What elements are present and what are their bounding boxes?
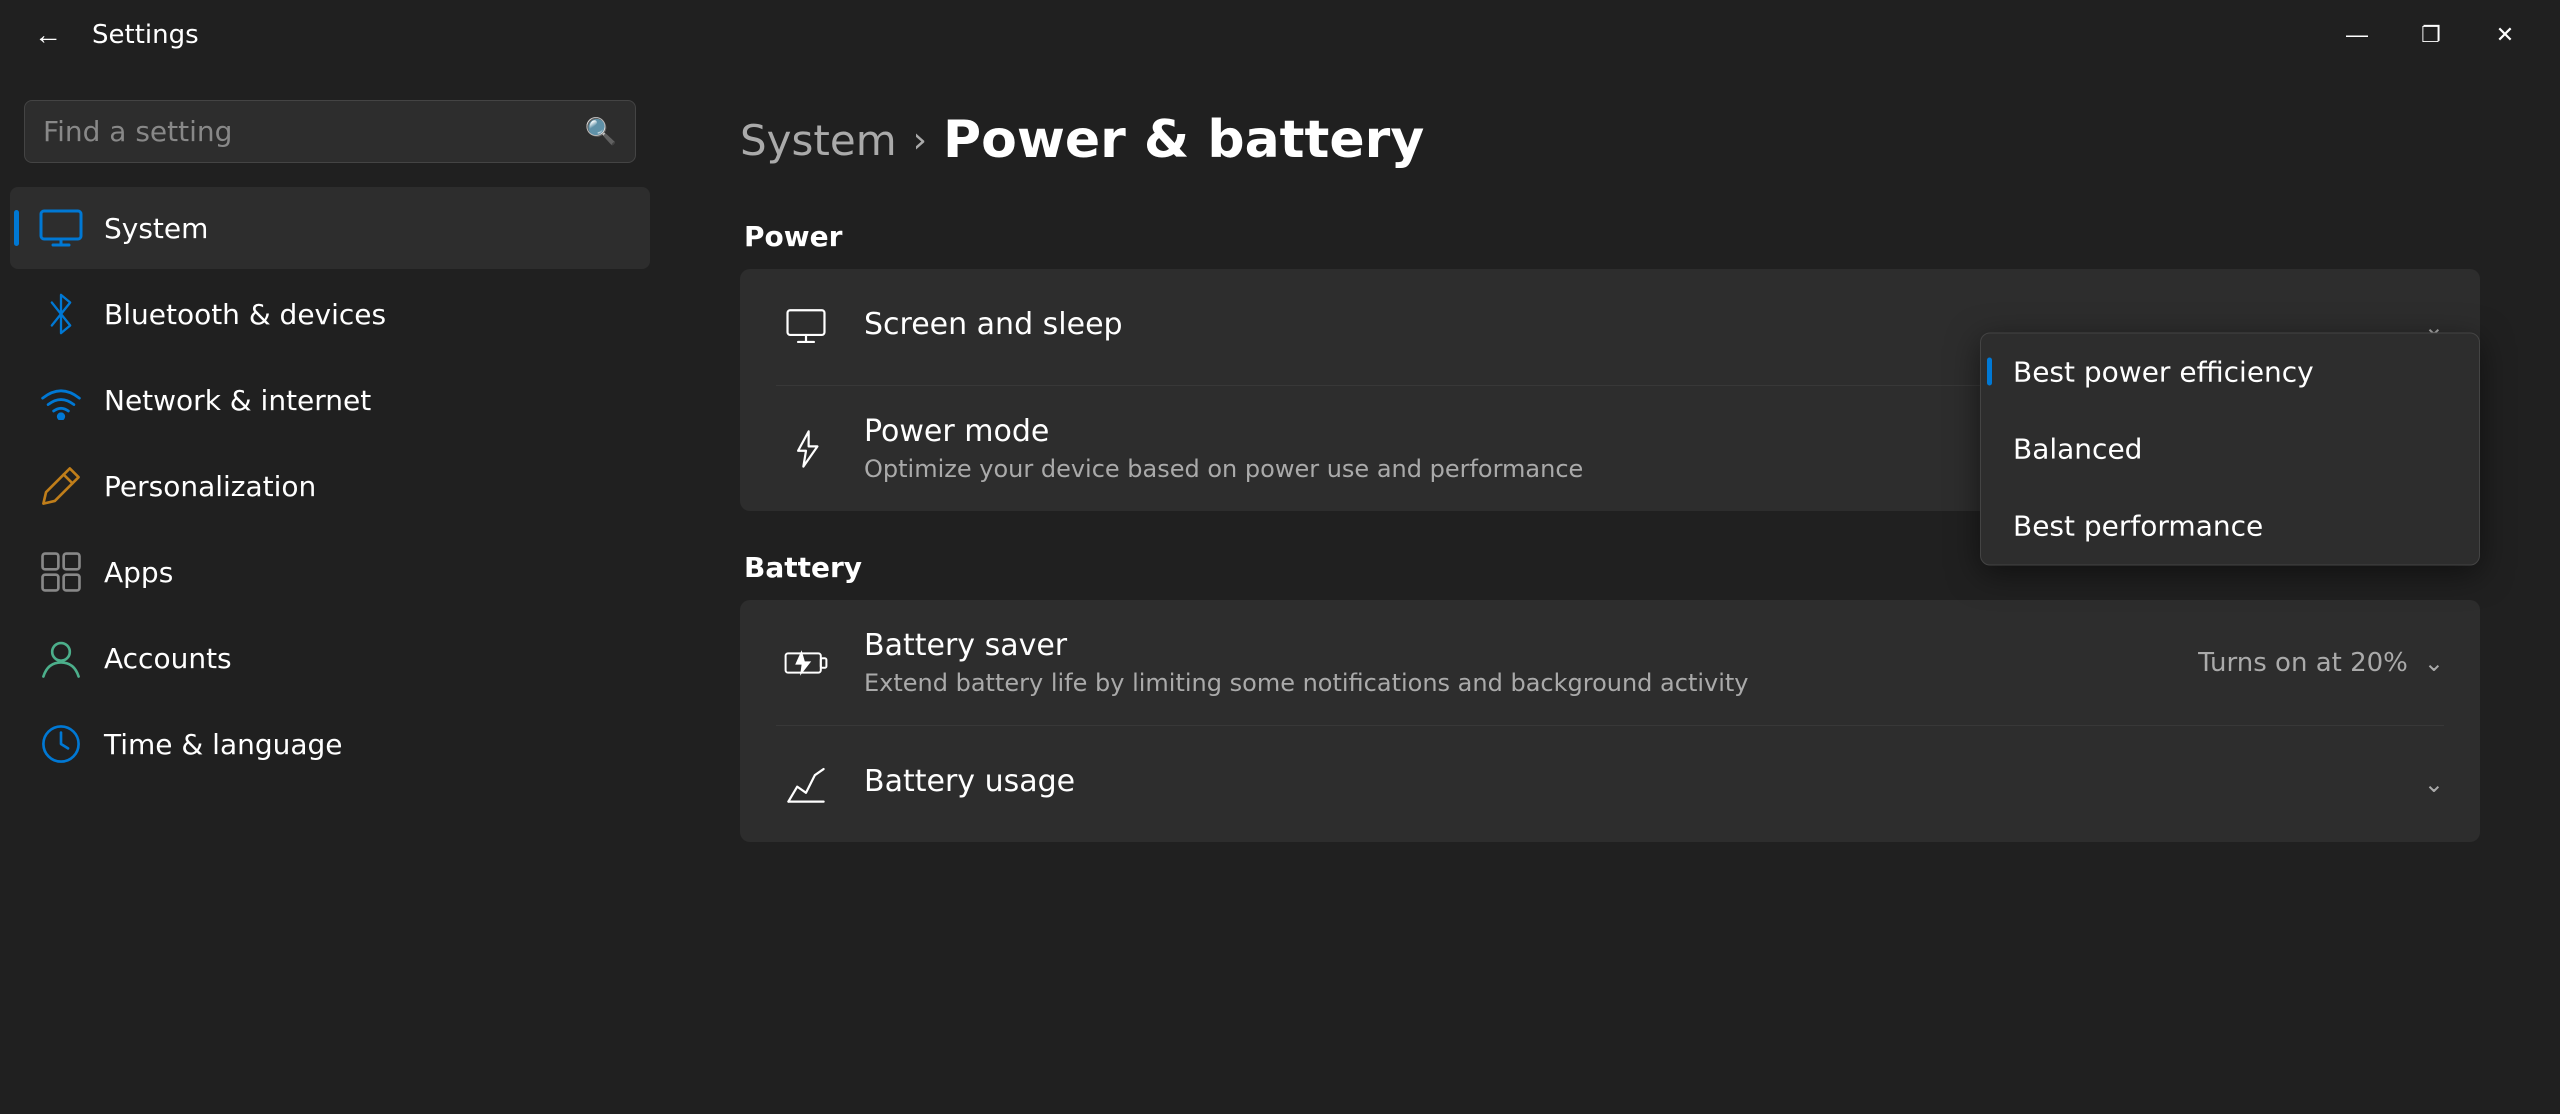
sidebar-label-bluetooth: Bluetooth & devices	[104, 298, 386, 331]
dropdown-item-efficiency[interactable]: Best power efficiency	[1981, 333, 2479, 410]
search-icon: 🔍	[585, 117, 617, 147]
app-title: Settings	[92, 20, 199, 50]
sidebar-item-bluetooth[interactable]: Bluetooth & devices	[10, 273, 650, 355]
battery-saver-chevron: ⌄	[2424, 649, 2444, 677]
screen-sleep-icon	[776, 297, 836, 357]
battery-saver-row[interactable]: Battery saver Extend battery life by lim…	[740, 600, 2480, 725]
apps-icon	[38, 549, 84, 595]
power-mode-dropdown[interactable]: Best power efficiency Balanced Best perf…	[1980, 332, 2480, 565]
breadcrumb-current: Power & battery	[943, 110, 1424, 170]
dropdown-label-balanced: Balanced	[2013, 432, 2142, 465]
app-layout: 🔍 System Bluetooth & devices	[0, 70, 2560, 1114]
battery-card: Battery saver Extend battery life by lim…	[740, 600, 2480, 842]
dropdown-label-performance: Best performance	[2013, 509, 2263, 542]
sidebar-item-personalization[interactable]: Personalization	[10, 445, 650, 527]
search-input[interactable]	[43, 115, 571, 148]
bluetooth-icon	[38, 291, 84, 337]
battery-saver-subtitle: Extend battery life by limiting some not…	[864, 669, 2198, 697]
breadcrumb-parent[interactable]: System	[740, 116, 897, 165]
battery-saver-right: Turns on at 20% ⌄	[2198, 648, 2444, 678]
battery-usage-right: ⌄	[2424, 770, 2444, 798]
sidebar-item-accounts[interactable]: Accounts	[10, 617, 650, 699]
system-icon	[38, 205, 84, 251]
search-box[interactable]: 🔍	[24, 100, 636, 163]
power-section-title: Power	[740, 220, 2480, 253]
close-button[interactable]: ✕	[2470, 10, 2540, 60]
window-controls: — ❐ ✕	[2322, 10, 2540, 60]
minimize-button[interactable]: —	[2322, 10, 2392, 60]
back-button[interactable]: ←	[20, 7, 76, 63]
titlebar-left: ← Settings	[20, 7, 199, 63]
dropdown-item-performance[interactable]: Best performance	[1981, 487, 2479, 564]
time-icon	[38, 721, 84, 767]
sidebar-label-apps: Apps	[104, 556, 173, 589]
battery-usage-title: Battery usage	[864, 764, 2424, 799]
maximize-button[interactable]: ❐	[2396, 10, 2466, 60]
power-mode-icon	[776, 419, 836, 479]
dropdown-label-efficiency: Best power efficiency	[2013, 355, 2314, 388]
sidebar-label-system: System	[104, 212, 208, 245]
breadcrumb: System › Power & battery	[740, 110, 2480, 170]
dropdown-item-balanced[interactable]: Balanced	[1981, 410, 2479, 487]
power-card: Screen and sleep ⌄ Power mode Optimize y…	[740, 269, 2480, 511]
sidebar-label-network: Network & internet	[104, 384, 371, 417]
battery-saver-title: Battery saver	[864, 628, 2198, 663]
accounts-icon	[38, 635, 84, 681]
wifi-icon	[38, 377, 84, 423]
battery-usage-icon	[776, 754, 836, 814]
search-container: 🔍	[0, 90, 660, 183]
battery-saver-content: Battery saver Extend battery life by lim…	[864, 628, 2198, 697]
titlebar: ← Settings — ❐ ✕	[0, 0, 2560, 70]
battery-usage-row[interactable]: Battery usage ⌄	[740, 726, 2480, 842]
sidebar-label-time: Time & language	[104, 728, 343, 761]
main-content: System › Power & battery Power Screen an…	[660, 70, 2560, 1114]
sidebar-label-personalization: Personalization	[104, 470, 316, 503]
battery-saver-status: Turns on at 20%	[2198, 648, 2408, 678]
battery-saver-icon	[776, 633, 836, 693]
sidebar-label-accounts: Accounts	[104, 642, 232, 675]
sidebar-item-network[interactable]: Network & internet	[10, 359, 650, 441]
sidebar-item-apps[interactable]: Apps	[10, 531, 650, 613]
sidebar-item-time[interactable]: Time & language	[10, 703, 650, 785]
power-mode-row[interactable]: Power mode Optimize your device based on…	[740, 386, 2480, 511]
pen-icon	[38, 463, 84, 509]
battery-usage-chevron: ⌄	[2424, 770, 2444, 798]
battery-usage-content: Battery usage	[864, 764, 2424, 805]
sidebar-item-system[interactable]: System	[10, 187, 650, 269]
sidebar: 🔍 System Bluetooth & devices	[0, 70, 660, 1114]
breadcrumb-separator: ›	[913, 120, 927, 161]
